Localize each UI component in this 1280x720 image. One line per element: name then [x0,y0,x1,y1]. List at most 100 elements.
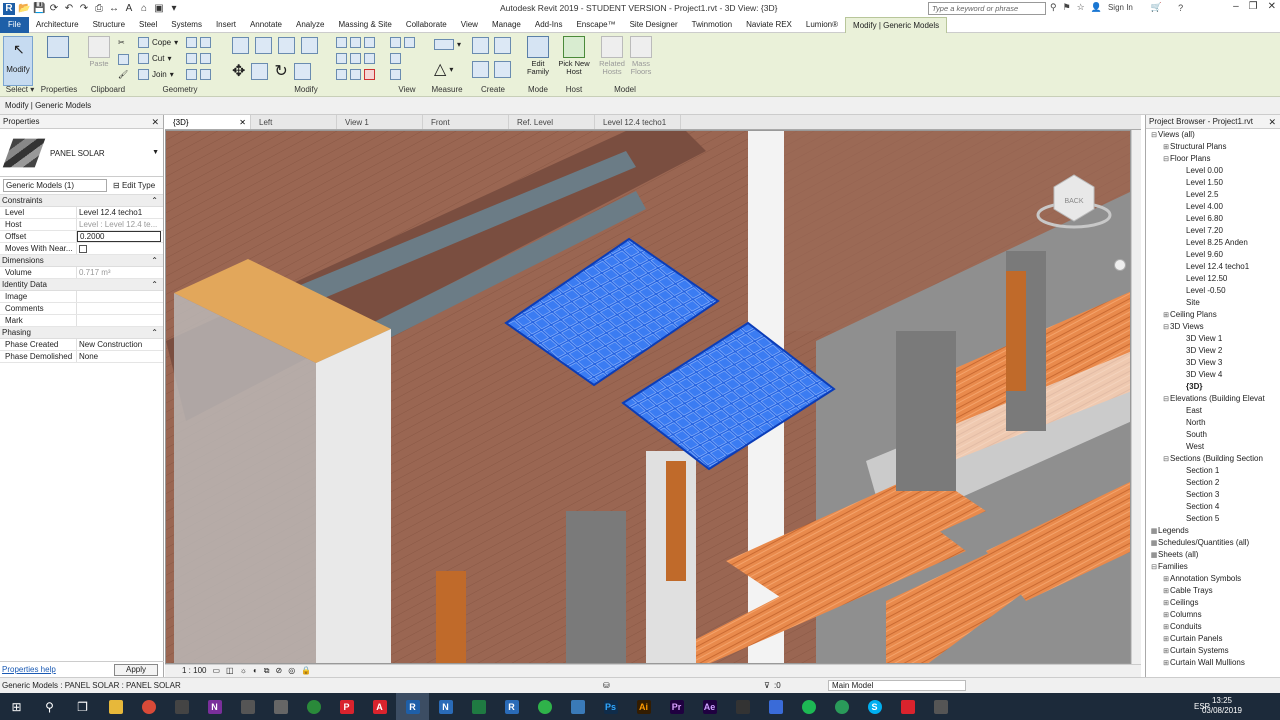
browser-item[interactable]: ▦Sheets (all) [1146,549,1280,561]
onenote-icon[interactable]: N [198,693,231,720]
collapse-icon[interactable]: ⊟ [1162,322,1170,333]
chrome-icon[interactable] [132,693,165,720]
expand-icon[interactable]: ⊞ [1162,634,1170,645]
ribbon-tab-lumion-[interactable]: Lumion® [799,17,845,33]
browser-item[interactable]: Section 2 [1146,477,1280,489]
schedule-icon[interactable]: ▦ [1150,550,1158,561]
crop-view-icon[interactable]: ⧉ [264,665,270,677]
property-section-header[interactable]: Constraints ⌃ [0,195,163,207]
windows-start-icon[interactable]: ⊞ [0,693,33,720]
restore-icon[interactable]: ❐ [1249,1,1258,12]
customize-icon[interactable]: ▾ [168,3,180,15]
pdf-icon[interactable]: P [330,693,363,720]
navisworks-icon[interactable]: N [429,693,462,720]
excel-icon[interactable] [462,693,495,720]
app-icon-7[interactable] [825,693,858,720]
steering-wheel-icon[interactable] [1114,259,1126,271]
photoshop-icon[interactable]: Ps [594,693,627,720]
property-value[interactable]: New Construction [77,339,163,350]
ribbon-tab-naviate-rex[interactable]: Naviate REX [739,17,799,33]
lock-view-icon[interactable]: 🔒 [301,665,311,677]
ribbon-tab-systems[interactable]: Systems [164,17,209,33]
ribbon-tab-manage[interactable]: Manage [485,17,528,33]
ribbon-tab-enscape-[interactable]: Enscape™ [569,17,622,33]
type-selector[interactable]: PANEL SOLAR ▼ [0,129,163,177]
sun-path-icon[interactable]: ☼ [240,665,247,677]
browser-item[interactable]: ⊟Views (all) [1146,129,1280,141]
browser-item[interactable]: ⊟3D Views [1146,321,1280,333]
task-view-icon[interactable]: ❐ [66,693,99,720]
browser-item[interactable]: 3D View 3 [1146,357,1280,369]
undo-icon[interactable]: ↶ [63,3,75,15]
expand-icon[interactable]: ⊞ [1162,310,1170,321]
browser-item[interactable]: Level 12.4 techo1 [1146,261,1280,273]
schedule-icon[interactable]: ▦ [1150,538,1158,549]
user-icon[interactable]: 👤 [1091,2,1102,13]
collapse-icon[interactable]: ⊟ [1150,130,1158,141]
property-section-header[interactable]: Dimensions ⌃ [0,255,163,267]
browser-item[interactable]: ⊞Curtain Panels [1146,633,1280,645]
view-tab[interactable]: {3D} ✕ [165,115,251,129]
browser-item[interactable]: Section 4 [1146,501,1280,513]
browser-item[interactable]: Level 12.50 [1146,273,1280,285]
instance-filter-select[interactable]: Generic Models (1) [3,179,107,192]
browser-item[interactable]: 3D View 1 [1146,333,1280,345]
3d-view-icon[interactable]: ⌂ [138,3,150,15]
app-icon-5[interactable] [726,693,759,720]
expand-icon[interactable]: ⊞ [1162,586,1170,597]
browser-item[interactable]: Level 7.20 [1146,225,1280,237]
browser-item[interactable]: South [1146,429,1280,441]
browser-item[interactable]: ⊞Curtain Systems [1146,645,1280,657]
property-section-header[interactable]: Identity Data ⌃ [0,279,163,291]
ribbon-tab-architecture[interactable]: Architecture [29,17,86,33]
ribbon-tab-analyze[interactable]: Analyze [289,17,331,33]
select-dropdown[interactable]: Select ▾ [0,85,40,94]
search-icon[interactable]: ⚲ [33,693,66,720]
ribbon-tab-file[interactable]: File [0,16,29,33]
view-tab[interactable]: Ref. Level [509,115,595,129]
browser-item[interactable]: ⊞Columns [1146,609,1280,621]
sign-in-link[interactable]: Sign In [1108,3,1133,12]
text-icon[interactable]: A [123,3,135,15]
expand-icon[interactable]: ⊞ [1162,598,1170,609]
shadows-icon[interactable]: ◐ [253,665,258,677]
language-indicator[interactable]: ESP [1194,702,1210,711]
browser-item[interactable]: ⊟Sections (Building Section [1146,453,1280,465]
app-icon-4[interactable] [561,693,594,720]
browser-item[interactable]: ⊞Conduits [1146,621,1280,633]
favorites-icon[interactable]: ☆ [1077,2,1085,13]
close-icon[interactable]: ✕ [239,115,246,130]
ribbon-tab-massing-site[interactable]: Massing & Site [331,17,398,33]
expand-icon[interactable]: ⊞ [1162,658,1170,669]
browser-item[interactable]: ⊟Families [1146,561,1280,573]
collapse-icon[interactable]: ⊟ [1150,562,1158,573]
browser-item[interactable]: Level 6.80 [1146,213,1280,225]
help-search-input[interactable]: Type a keyword or phrase [928,2,1046,15]
property-value[interactable] [77,303,163,314]
property-value[interactable] [77,315,163,326]
whatsapp-icon[interactable] [528,693,561,720]
browser-item[interactable]: Level 9.60 [1146,249,1280,261]
expand-icon[interactable]: ⊞ [1162,646,1170,657]
revit-viewer-icon[interactable]: R [495,693,528,720]
expand-icon[interactable]: ⊞ [1162,574,1170,585]
browser-item[interactable]: ⊟Floor Plans [1146,153,1280,165]
property-value[interactable] [77,243,163,254]
view-tab[interactable]: Level 12.4 techo1 [595,115,681,129]
browser-item[interactable]: Level 4.00 [1146,201,1280,213]
ribbon-tab-twinmotion[interactable]: Twinmotion [685,17,739,33]
chevron-down-icon[interactable]: ▼ [152,149,159,156]
browser-item[interactable]: Level -0.50 [1146,285,1280,297]
browser-item[interactable]: {3D} [1146,381,1280,393]
ribbon-tab-add-ins[interactable]: Add-Ins [528,17,570,33]
collapse-icon[interactable]: ⌃ [151,195,158,207]
browser-item[interactable]: Section 3 [1146,489,1280,501]
browser-item[interactable]: Section 5 [1146,513,1280,525]
browser-item[interactable]: Section 1 [1146,465,1280,477]
view-scale[interactable]: 1 : 100 [182,665,206,677]
expand-icon[interactable]: ⊞ [1162,142,1170,153]
browser-item[interactable]: ▦Legends [1146,525,1280,537]
visual-style-icon[interactable]: ◫ [226,665,234,677]
properties-help-link[interactable]: Properties help [2,665,56,674]
app-icon-9[interactable] [924,693,957,720]
